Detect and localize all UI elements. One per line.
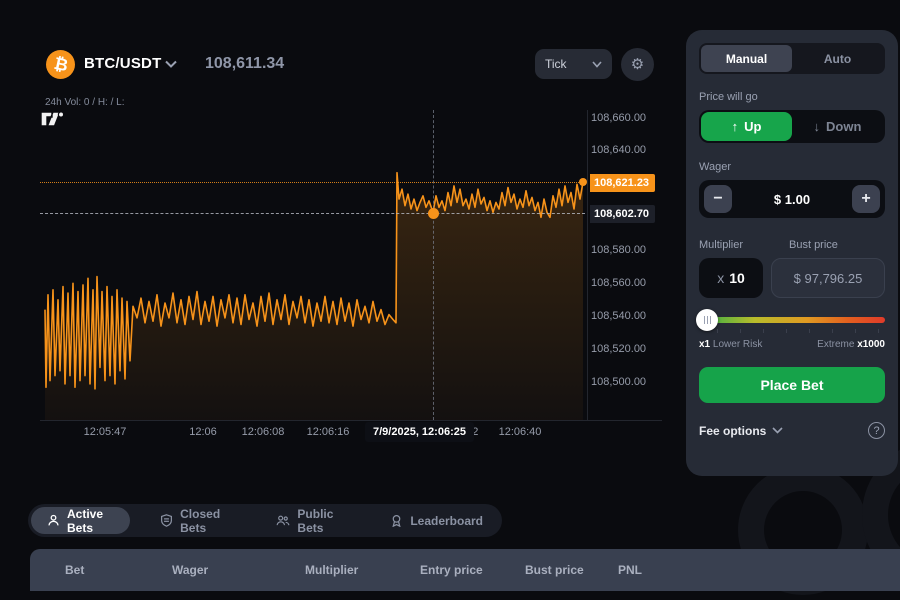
axis-separator xyxy=(587,110,588,420)
col-bet: Bet xyxy=(65,563,84,577)
current-price: 108,611.34 xyxy=(205,55,284,73)
fee-options-toggle[interactable]: Fee options xyxy=(699,424,783,438)
medal-icon xyxy=(390,514,403,527)
direction-label: Price will go xyxy=(699,91,885,103)
multiplier-label: Multiplier xyxy=(699,239,763,251)
tab-closed-bets[interactable]: Closed Bets xyxy=(144,507,246,534)
wager-value[interactable]: $ 1.00 xyxy=(774,192,810,207)
risk-max: x1000 xyxy=(857,339,885,350)
risk-min-label: Lower Risk xyxy=(713,339,762,350)
chevron-down-icon xyxy=(592,61,602,68)
bet-panel: Manual Auto Price will go ↑ Up ↓ Down Wa… xyxy=(686,30,898,476)
wager-label: Wager xyxy=(699,161,885,173)
y-axis-label: 108,540.00 xyxy=(591,310,646,322)
interval-value: Tick xyxy=(545,57,567,71)
y-axis-label: 108,560.00 xyxy=(591,277,646,289)
y-axis-label: 108,500.00 xyxy=(591,376,646,388)
risk-min: x1 xyxy=(699,339,710,350)
col-multiplier: Multiplier xyxy=(305,563,358,577)
crosshair-time-tooltip: 7/9/2025, 12:06:25 xyxy=(365,422,474,442)
tab-active-bets[interactable]: Active Bets xyxy=(31,507,130,534)
risk-slider-ticks xyxy=(699,329,885,335)
bust-price-label: Bust price xyxy=(789,239,885,251)
chevron-down-icon xyxy=(772,427,783,434)
y-axis-label: 108,520.00 xyxy=(591,343,646,355)
y-axis-label: 108,580.00 xyxy=(591,244,646,256)
tab-manual[interactable]: Manual xyxy=(701,45,792,72)
place-bet-button[interactable]: Place Bet xyxy=(699,367,885,403)
bets-tabbar: Active Bets Closed Bets Public Bets Lead… xyxy=(28,504,502,537)
risk-max-label: Extreme xyxy=(817,339,854,350)
mode-toggle: Manual Auto xyxy=(699,43,885,74)
col-wager: Wager xyxy=(172,563,208,577)
y-axis-label: 108,640.00 xyxy=(591,144,646,156)
price-line-chart xyxy=(40,110,585,420)
price-chart[interactable] xyxy=(40,110,585,420)
wager-increase-button[interactable]: + xyxy=(852,185,880,213)
axis-separator xyxy=(40,420,662,421)
volume-stats: 24h Vol: 0 / H: / L: xyxy=(45,97,125,108)
trading-app: ₿ BTC/USDT 108,611.34 24h Vol: 0 / H: / … xyxy=(0,0,900,600)
wager-decrease-button[interactable]: − xyxy=(704,185,732,213)
bust-price-field: $ 97,796.25 xyxy=(771,258,885,298)
interval-dropdown[interactable]: Tick xyxy=(535,49,612,79)
current-price-badge: 108,621.23 xyxy=(590,174,655,192)
crosshair-hline xyxy=(40,213,585,214)
multiplier-input[interactable]: x 10 xyxy=(699,258,763,298)
settings-button[interactable]: ⚙ xyxy=(621,48,654,81)
risk-slider[interactable] xyxy=(699,317,885,323)
tab-public-bets[interactable]: Public Bets xyxy=(260,507,360,534)
current-price-line xyxy=(40,182,585,183)
col-entry-price: Entry price xyxy=(420,563,483,577)
arrow-up-icon: ↑ xyxy=(732,119,739,134)
chevron-down-icon[interactable] xyxy=(165,60,177,68)
x-axis-label: 12:06:16 xyxy=(307,426,350,438)
minus-icon: − xyxy=(713,190,722,208)
people-icon xyxy=(276,514,290,527)
x-axis-label: 12:06 xyxy=(189,426,217,438)
risk-labels: x1 Lower Risk Extreme x1000 xyxy=(699,339,885,350)
risk-slider-handle[interactable] xyxy=(696,309,718,331)
col-bust-price: Bust price xyxy=(525,563,584,577)
up-button[interactable]: ↑ Up xyxy=(701,112,792,141)
tab-auto[interactable]: Auto xyxy=(792,45,883,72)
help-icon[interactable]: ? xyxy=(868,422,885,439)
crosshair-price-badge: 108,602.70 xyxy=(590,205,655,223)
last-price-dot xyxy=(579,178,587,186)
bets-table-header: Bet Wager Multiplier Entry price Bust pr… xyxy=(30,549,900,591)
x-axis-label: 12:06:08 xyxy=(242,426,285,438)
person-icon xyxy=(47,514,60,527)
x-axis-label: 12:06:40 xyxy=(499,426,542,438)
arrow-down-icon: ↓ xyxy=(814,119,821,134)
crosshair-dot xyxy=(428,208,439,219)
plus-icon: + xyxy=(861,190,870,208)
btc-icon: ₿ xyxy=(46,50,75,79)
x-axis-label: 12:05:47 xyxy=(84,426,127,438)
crosshair-vline xyxy=(433,110,434,420)
wager-input[interactable]: − $ 1.00 + xyxy=(699,180,885,218)
tradingview-logo[interactable] xyxy=(40,110,67,127)
chart-area-fill xyxy=(45,173,583,420)
y-axis-label: 108,660.00 xyxy=(591,112,646,124)
tab-leaderboard[interactable]: Leaderboard xyxy=(374,507,499,534)
down-button[interactable]: ↓ Down xyxy=(792,112,883,141)
shield-icon xyxy=(160,514,173,527)
pair-selector[interactable]: BTC/USDT xyxy=(84,55,161,72)
col-pnl: PNL xyxy=(618,563,642,577)
gear-icon: ⚙ xyxy=(631,57,644,72)
price-axis[interactable]: 108,621.23 108,602.70 108,660.00 108,640.… xyxy=(590,110,670,420)
time-axis[interactable]: 7/9/2025, 12:06:25 12:05:47 12:06 12:06:08… xyxy=(40,424,600,446)
direction-toggle: ↑ Up ↓ Down xyxy=(699,110,885,143)
